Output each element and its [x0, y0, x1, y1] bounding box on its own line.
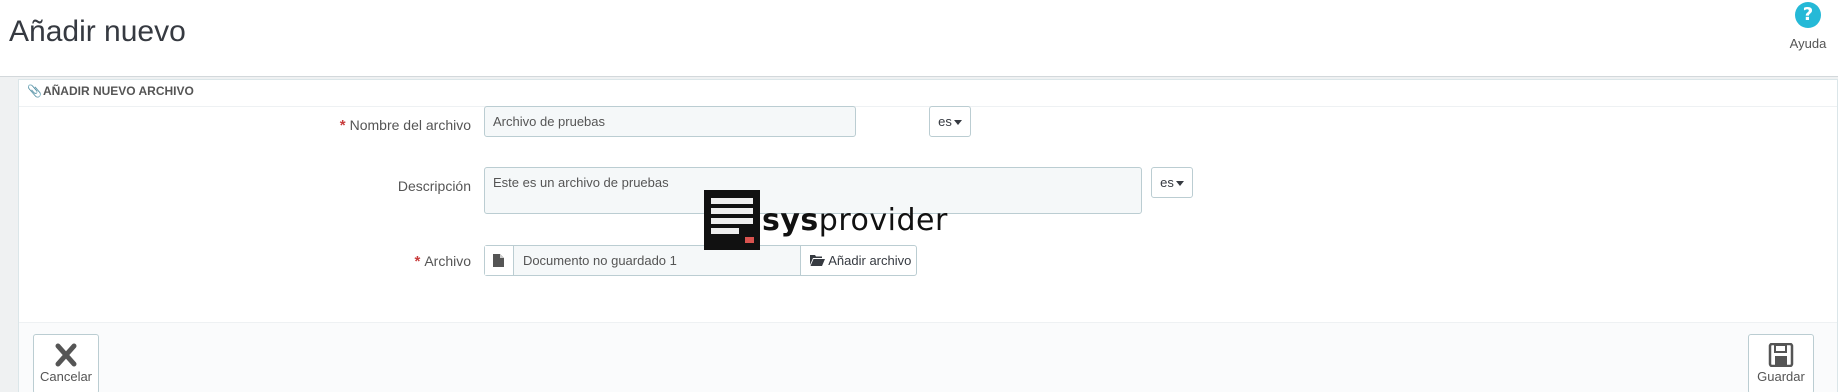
form-row-name: * Nombre del archivo Archivo de pruebas e… — [19, 106, 1837, 146]
panel-heading: 📎Añadir nuevo archivo — [19, 80, 1837, 107]
name-language-value: es — [938, 114, 952, 129]
description-label-text: Descripción — [397, 178, 471, 194]
name-label-text: Nombre del archivo — [349, 117, 471, 133]
caret-down-icon — [1175, 181, 1184, 187]
file-name-display: Documento no guardado 1 — [513, 246, 802, 275]
caret-down-icon — [953, 120, 962, 126]
help-button[interactable]: ? Ayuda — [1786, 0, 1830, 51]
name-label: * Nombre del archivo — [340, 117, 471, 134]
cancel-button[interactable]: Cancelar — [33, 334, 99, 392]
paperclip-icon: 📎 — [27, 84, 42, 98]
panel-heading-text: Añadir nuevo archivo — [42, 84, 194, 98]
file-label-text: Archivo — [424, 253, 471, 269]
close-icon — [55, 343, 77, 367]
sysprovider-watermark: sysprovider — [704, 190, 948, 250]
cancel-label: Cancelar — [39, 369, 93, 384]
file-label: * Archivo — [414, 253, 471, 270]
question-circle-icon: ? — [1795, 2, 1821, 28]
description-label: Descripción — [398, 178, 471, 194]
help-label: Ayuda — [1789, 36, 1827, 51]
description-language-dropdown[interactable]: es — [1151, 167, 1193, 198]
watermark-text-bold: sys — [762, 202, 819, 238]
file-icon — [485, 246, 514, 275]
add-file-label: Añadir archivo — [828, 253, 912, 268]
page-header: Añadir nuevo ? Ayuda — [0, 0, 1838, 77]
form-row-file: * Archivo Documento no guardado 1 Añadir … — [19, 245, 1837, 279]
sysprovider-logo — [704, 190, 760, 250]
file-name-input[interactable]: Archivo de pruebas — [484, 106, 856, 137]
panel-footer: Cancelar Guardar — [19, 322, 1837, 392]
required-marker: * — [414, 253, 421, 270]
watermark-text: sysprovider — [762, 203, 948, 238]
save-button[interactable]: Guardar — [1748, 334, 1814, 392]
save-label: Guardar — [1757, 369, 1805, 384]
add-file-button[interactable]: Añadir archivo — [801, 246, 916, 275]
required-marker: * — [339, 117, 346, 134]
save-icon — [1768, 343, 1794, 367]
watermark-text-regular: provider — [818, 202, 948, 238]
page-title: Añadir nuevo — [9, 15, 186, 48]
folder-open-icon — [810, 255, 826, 266]
description-language-value: es — [1160, 175, 1174, 190]
name-language-dropdown[interactable]: es — [929, 106, 971, 137]
